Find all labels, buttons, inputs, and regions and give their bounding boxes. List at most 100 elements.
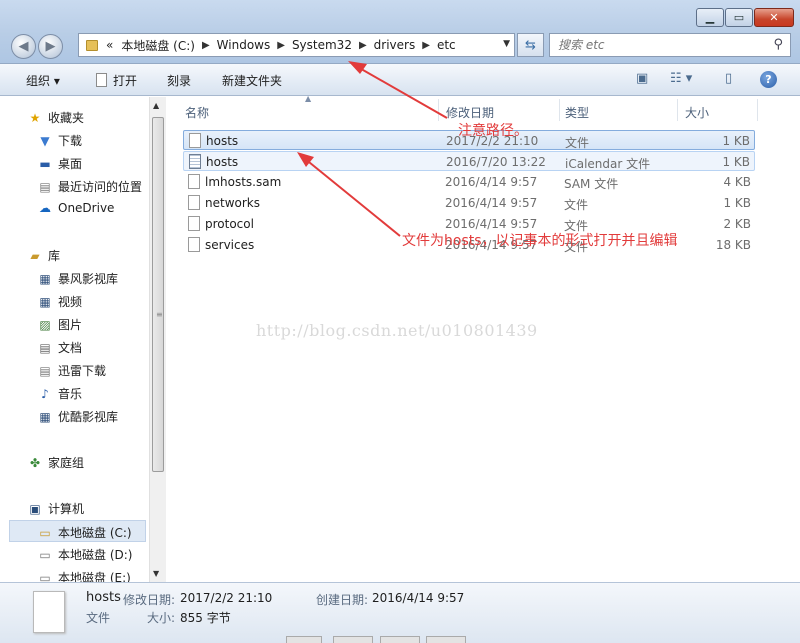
sidebar-item-desktop[interactable]: ▬ 桌面 [37,155,82,172]
breadcrumb-drivers[interactable]: drivers [374,38,416,52]
taskbar-tab[interactable] [286,636,322,643]
file-large-icon [33,591,65,633]
sidebar-item-label: 迅雷下载 [58,364,107,378]
taskbar-tab[interactable] [426,636,466,643]
window-controls: ▁ ▭ ✕ [695,8,794,27]
column-size[interactable]: 大小 [685,104,709,121]
breadcrumb-drive-c[interactable]: 本地磁盘 (C:) [121,37,195,54]
maximize-button[interactable]: ▭ [725,8,753,27]
back-button[interactable]: ◀ [11,34,36,59]
forward-button[interactable]: ▶ [38,34,63,59]
details-modified-value: 2017/2/2 21:10 [180,591,273,605]
new-folder-button[interactable]: 新建文件夹 [222,72,282,89]
breadcrumb-chevron-icon[interactable]: ▶ [359,40,367,51]
sidebar-scrollbar[interactable]: ▲ ≡ ▼ [149,97,166,582]
burn-button[interactable]: 刻录 [167,72,191,89]
address-dropdown-icon[interactable]: ▼ [503,39,510,49]
sidebar-item-label: 本地磁盘 (C:) [58,526,132,540]
file-name: protocol [205,217,254,231]
column-divider[interactable] [559,99,560,121]
details-pane: hosts 修改日期: 2017/2/2 21:10 创建日期: 2016/4/… [0,582,800,643]
sidebar-item-videos[interactable]: ▦ 视频 [37,293,82,310]
star-icon: ★ [29,111,41,125]
search-icon[interactable]: ⚲ [773,37,783,52]
sort-up-icon: ▲ [305,94,312,103]
breadcrumb-chevron-icon[interactable]: ▶ [202,40,210,51]
breadcrumb-overflow[interactable]: « [106,38,113,52]
taskbar-tab[interactable] [380,636,420,643]
sidebar-item-label: 本地磁盘 (D:) [58,548,133,562]
file-type: 文件 [565,136,590,150]
file-date: 2016/4/14 9:57 [445,217,538,231]
sidebar-item-label: 图片 [58,318,83,332]
annotation-path-note: 注意路径。 [458,123,528,139]
breadcrumb-chevron-icon[interactable]: ▶ [422,40,430,51]
file-date: 2016/4/14 9:57 [445,196,538,210]
file-row-hosts-ics[interactable]: hosts 2016/7/20 13:22 iCalendar 文件 1 KB [183,151,755,171]
scrollbar-thumb[interactable]: ≡ [152,117,164,472]
organize-button[interactable]: 组织 ▾ [26,72,60,89]
help-icon[interactable]: ? [760,71,777,88]
scroll-up-icon[interactable]: ▲ [153,101,159,110]
file-date: 2016/4/14 9:57 [445,175,538,189]
file-row-networks[interactable]: networks 2016/4/14 9:57 文件 1 KB [183,193,755,213]
breadcrumb-system32[interactable]: System32 [292,38,352,52]
sidebar-item-music[interactable]: ♪ 音乐 [37,385,82,402]
address-bar[interactable]: « 本地磁盘 (C:) ▶ Windows ▶ System32 ▶ drive… [78,33,515,57]
library-icon: ▰ [30,249,40,263]
video-library-icon: ▦ [39,272,51,286]
sidebar-item-homegroup[interactable]: ✤ 家庭组 [27,454,84,471]
open-label: 打开 [113,74,138,88]
sidebar-item-pictures[interactable]: ▨ 图片 [37,316,82,333]
column-type[interactable]: 类型 [565,104,589,121]
sidebar-item-xunlei[interactable]: ▤ 迅雷下载 [37,362,106,379]
sidebar-item-youku[interactable]: ▦ 优酷影视库 [37,408,118,425]
details-size-label: 大小: [147,611,176,625]
sidebar-item-drive-e[interactable]: ▭ 本地磁盘 (E:) [37,569,130,582]
taskbar-tab[interactable] [333,636,373,643]
change-view-icon[interactable]: ▣ [636,71,648,86]
details-type-value: 文件 [86,611,111,625]
column-date[interactable]: 修改日期 [446,104,494,121]
column-name[interactable]: 名称 [185,104,209,121]
view-options-icon[interactable]: ☷ ▾ [670,71,692,86]
search-box[interactable]: ⚲ [549,33,791,57]
refresh-icon: ⇆ [525,37,536,53]
sidebar-item-baofeng[interactable]: ▦ 暴风影视库 [37,270,118,287]
close-icon: ✕ [769,11,779,24]
sidebar-item-label: 音乐 [58,387,83,401]
sidebar-item-onedrive[interactable]: ☁ OneDrive [37,201,114,215]
column-divider[interactable] [677,99,678,121]
file-size: 1 KB [723,196,751,210]
refresh-button[interactable]: ⇆ [517,33,544,57]
sidebar-item-drive-c[interactable]: ▭ 本地磁盘 (C:) [9,520,146,542]
search-input[interactable] [558,38,763,52]
sidebar-item-libraries[interactable]: ▰ 库 [27,247,60,264]
sidebar-item-label: 文档 [58,341,83,355]
file-icon [188,216,200,231]
music-note-icon: ♪ [41,387,49,401]
details-file-name: hosts [86,590,121,605]
sidebar-item-favorites[interactable]: ★ 收藏夹 [27,109,84,126]
column-divider[interactable] [438,99,439,121]
column-divider[interactable] [757,99,758,121]
minimize-button[interactable]: ▁ [696,8,724,27]
scroll-down-icon[interactable]: ▼ [153,569,159,578]
breadcrumb-windows[interactable]: Windows [217,38,271,52]
open-button[interactable]: 打开 [96,72,137,89]
film-icon: ▦ [39,295,51,309]
sidebar-item-computer[interactable]: ▣ 计算机 [27,500,84,517]
sidebar-item-recent[interactable]: ▤ 最近访问的位置 [37,178,142,195]
sidebar-item-label: 库 [48,249,61,263]
preview-pane-icon[interactable]: ▯ [725,71,732,86]
sidebar-item-drive-d[interactable]: ▭ 本地磁盘 (D:) [37,546,132,563]
breadcrumb-chevron-icon[interactable]: ▶ [277,40,285,51]
sidebar-item-documents[interactable]: ▤ 文档 [37,339,82,356]
details-created-value: 2016/4/14 9:57 [372,591,465,605]
close-button[interactable]: ✕ [754,8,794,27]
sidebar-item-downloads[interactable]: ▼ 下载 [37,132,82,149]
breadcrumb-etc[interactable]: etc [437,38,456,52]
calendar-file-icon [189,154,201,169]
file-row-lmhosts[interactable]: lmhosts.sam 2016/4/14 9:57 SAM 文件 4 KB [183,172,755,192]
drive-icon: ▭ [39,526,51,540]
